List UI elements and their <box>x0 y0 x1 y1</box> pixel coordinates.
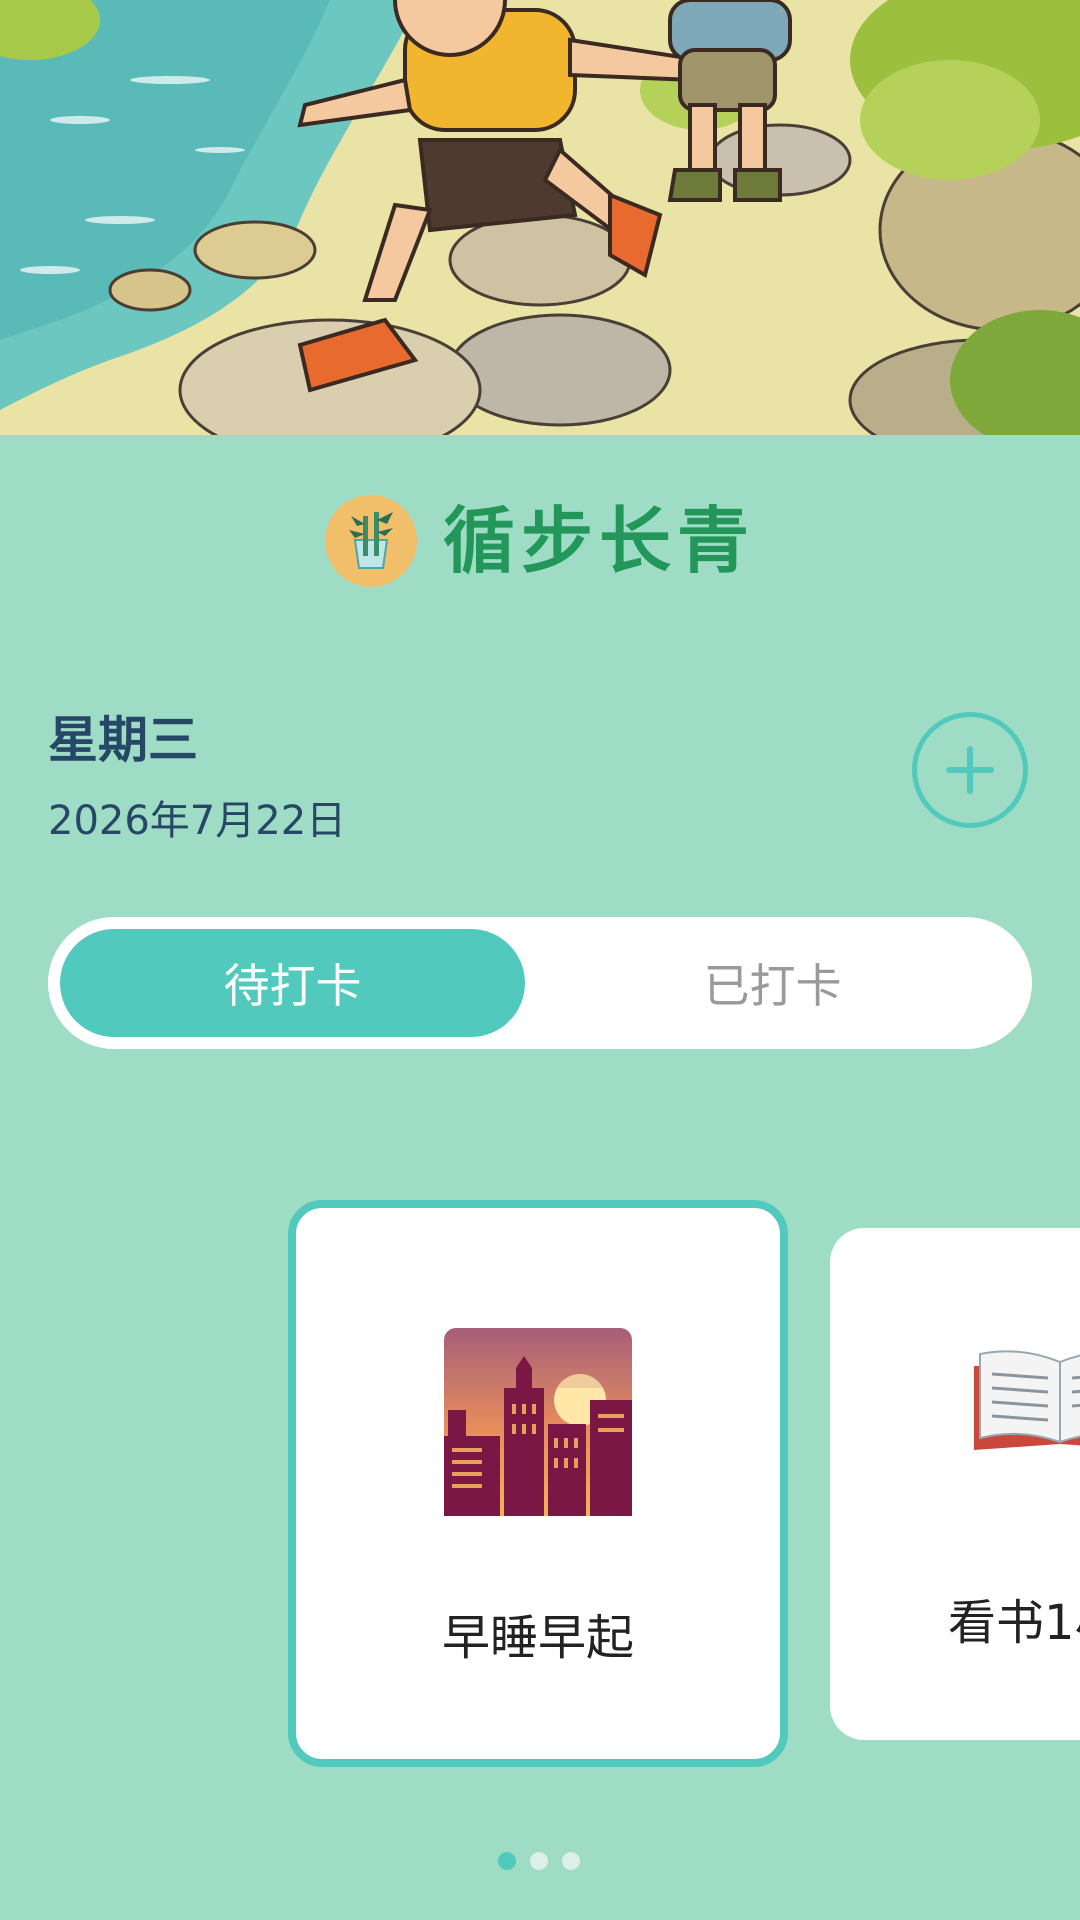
app-title: 循步长青 <box>442 499 755 583</box>
plus-icon <box>946 746 994 794</box>
bamboo-icon <box>324 495 417 587</box>
add-habit-button[interactable] <box>912 712 1028 828</box>
habit-card[interactable]: 早睡早起 <box>288 1200 788 1767</box>
pager-dot[interactable] <box>530 1852 548 1870</box>
pager-dot-active[interactable] <box>498 1852 516 1870</box>
habit-label: 早睡早起 <box>441 1610 634 1666</box>
pager-dots <box>498 1852 580 1870</box>
hero-illustration <box>0 0 1080 435</box>
open-book-icon <box>974 1350 1080 1450</box>
checkin-tabs: 待打卡 已打卡 <box>48 917 1032 1049</box>
tab-done[interactable]: 已打卡 <box>525 929 1020 1037</box>
date-label: 2026年7月22日 <box>48 798 347 844</box>
tab-pending[interactable]: 待打卡 <box>60 929 525 1037</box>
habit-label: 看书1小时 <box>948 1595 1080 1651</box>
habit-card[interactable]: 看书1小时 <box>830 1228 1080 1740</box>
pager-dot[interactable] <box>562 1852 580 1870</box>
city-sunrise-icon <box>444 1328 632 1516</box>
weekday-label: 星期三 <box>48 711 198 769</box>
habit-page: 循步长青 星期三 2026年7月22日 待打卡 已打卡 早睡早起 看书1 <box>0 0 1080 1920</box>
brand-header: 循步长青 <box>0 495 1080 587</box>
